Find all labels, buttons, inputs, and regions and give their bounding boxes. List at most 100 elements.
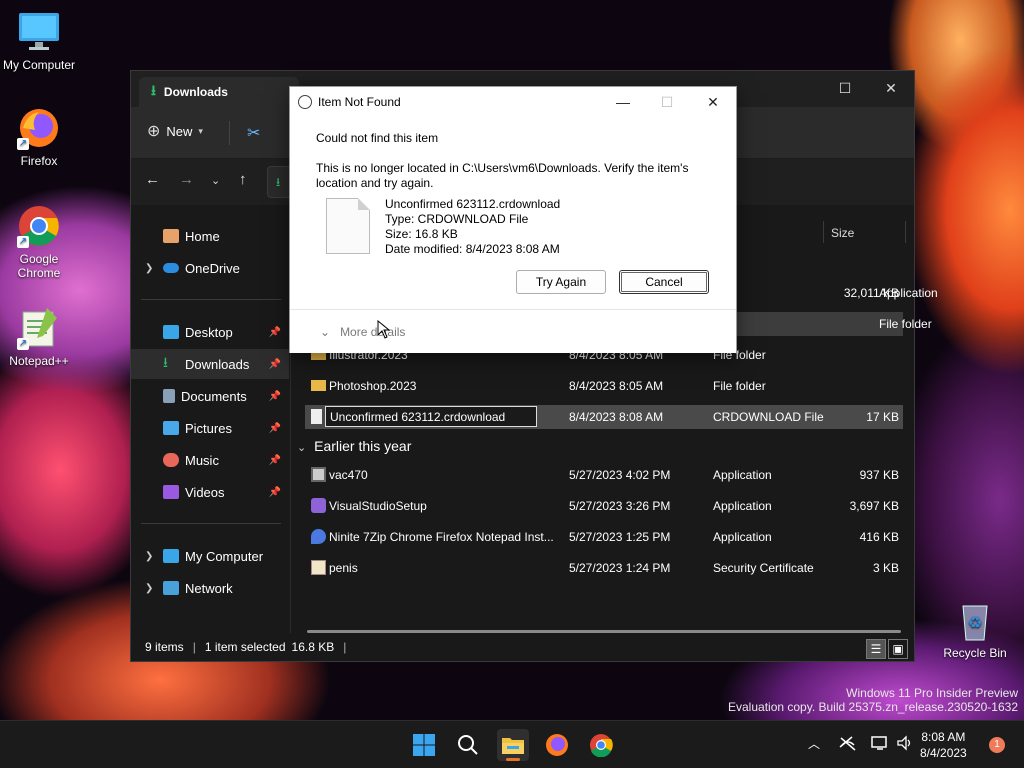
more-details-toggle[interactable]: ⌄ More details (320, 325, 405, 339)
details-view-button[interactable]: ☰ (866, 639, 886, 659)
folder-icon (311, 380, 326, 391)
cut-button[interactable]: ✂ (247, 123, 260, 143)
clock[interactable]: 8:08 AM 8/4/2023 (920, 729, 967, 761)
clock-time: 8:08 AM (921, 730, 966, 744)
firefox-icon: ↗ (17, 106, 61, 150)
file-size: 416 KB (859, 530, 899, 544)
close-button[interactable]: ✕ (869, 75, 913, 101)
desktop-icon-notepadpp[interactable]: ↗ Notepad++ (1, 306, 77, 368)
close-button[interactable]: ✕ (690, 89, 736, 115)
application-icon (311, 467, 326, 482)
table-row[interactable]: Photoshop.2023 8/4/2023 8:05 AM File fol… (305, 374, 903, 398)
selection-size: 16.8 KB (291, 640, 335, 654)
sidebar-item-label: Network (185, 580, 233, 596)
desktop-icon-label: Firefox (20, 154, 58, 168)
taskbar-file-explorer[interactable] (497, 729, 529, 761)
cancel-button[interactable]: Cancel (619, 270, 709, 294)
view-switcher: ☰ ▣ (866, 639, 908, 659)
sidebar-item-videos[interactable]: Videos 📌 (131, 477, 289, 507)
group-label: Earlier this year (314, 438, 412, 454)
table-row[interactable]: penis 5/27/2023 1:24 PM Security Certifi… (305, 556, 903, 580)
file-size: 3 KB (872, 561, 899, 575)
try-again-button[interactable]: Try Again (516, 270, 606, 294)
volume-icon[interactable] (896, 735, 914, 754)
chevron-right-icon[interactable]: ❯ (145, 551, 153, 562)
table-row[interactable]: vac470 5/27/2023 4:02 PM Application 937… (305, 463, 903, 487)
file-size: 937 KB (859, 468, 899, 482)
minimize-button[interactable]: — (600, 89, 646, 115)
tiles-view-button[interactable]: ▣ (888, 639, 908, 659)
maximize-button[interactable]: ☐ (823, 75, 867, 101)
desktop-icon-recycle-bin[interactable]: ♻ Recycle Bin (937, 598, 1013, 660)
rename-input[interactable] (325, 406, 537, 427)
item-count: 9 items (145, 640, 184, 654)
pin-icon: 📌 (268, 326, 281, 338)
taskbar-firefox[interactable] (541, 729, 573, 761)
sidebar-item-desktop[interactable]: Desktop 📌 (131, 317, 289, 347)
watermark-line2: Evaluation copy. Build 25375.zn_release.… (728, 700, 1018, 714)
file-info: Unconfirmed 623112.crdownload Type: CRDO… (385, 197, 560, 257)
show-hidden-icons-button[interactable]: ︿ (808, 735, 820, 752)
sidebar-item-my-computer[interactable]: ❯ My Computer (131, 541, 289, 571)
column-divider[interactable] (823, 221, 824, 243)
clock-date: 8/4/2023 (920, 746, 967, 760)
plus-circle-icon: ⊕ (147, 123, 161, 140)
table-row[interactable]: VisualStudioSetup 5/27/2023 3:26 PM Appl… (305, 494, 903, 518)
scissors-icon: ✂ (247, 125, 261, 142)
certificate-icon (311, 560, 326, 575)
forward-button[interactable]: → (179, 171, 194, 188)
sidebar-item-music[interactable]: Music 📌 (131, 445, 289, 475)
group-header-earlier[interactable]: ⌄ Earlier this year (297, 438, 411, 454)
taskbar: ︿ 8:08 AM 8/4/2023 1 (0, 720, 1024, 768)
file-name: VisualStudioSetup (329, 499, 427, 513)
file-type: Application (713, 499, 772, 513)
search-button[interactable] (452, 729, 484, 761)
tab-downloads[interactable]: ⭳ Downloads (139, 77, 299, 107)
pin-icon: 📌 (268, 358, 281, 370)
item-not-found-dialog: Item Not Found — ☐ ✕ Could not find this… (289, 86, 737, 353)
chrome-icon (590, 734, 613, 757)
recent-locations-button[interactable]: ⌄ (211, 174, 220, 187)
table-row[interactable]: 8/4/2023 8:08 AM CRDOWNLOAD File 17 KB (305, 405, 903, 429)
taskbar-chrome[interactable] (585, 729, 617, 761)
dialog-body: Could not find this item This is no long… (316, 131, 716, 191)
sidebar-item-downloads[interactable]: ⭳ Downloads 📌 (131, 349, 289, 379)
file-name: vac470 (329, 468, 368, 482)
monitor-icon (17, 10, 61, 54)
notification-badge[interactable]: 1 (989, 737, 1005, 753)
chevron-down-icon: ⌄ (320, 325, 331, 339)
sidebar-item-onedrive[interactable]: ❯ OneDrive (131, 253, 289, 283)
sidebar-item-pictures[interactable]: Pictures 📌 (131, 413, 289, 443)
display-icon[interactable] (871, 735, 889, 754)
search-icon (458, 735, 478, 755)
desktop-icon-firefox[interactable]: ↗ Firefox (1, 106, 77, 168)
sidebar-item-documents[interactable]: Documents 📌 (131, 381, 289, 411)
chevron-right-icon[interactable]: ❯ (145, 263, 153, 274)
new-button[interactable]: ⊕ New ▾ (147, 121, 203, 141)
visual-studio-icon (311, 498, 326, 513)
file-type: File folder (713, 379, 766, 393)
file-date: 5/27/2023 3:26 PM (569, 499, 671, 513)
network-disconnected-icon[interactable] (838, 735, 858, 754)
start-button[interactable] (408, 729, 440, 761)
file-type: Application (713, 530, 772, 544)
file-type: File folder (879, 317, 932, 331)
desktop-icon-chrome[interactable]: ↗ Google Chrome (1, 204, 77, 280)
up-button[interactable]: ↑ (239, 171, 247, 188)
chevron-right-icon[interactable]: ❯ (145, 583, 153, 594)
back-button[interactable]: ← (145, 171, 160, 188)
table-row[interactable]: Ninite 7Zip Chrome Firefox Notepad Inst.… (305, 525, 903, 549)
column-header-size[interactable]: Size (831, 226, 854, 240)
sidebar-item-network[interactable]: ❯ Network (131, 573, 289, 603)
dialog-footer: ⌄ More details (290, 309, 736, 353)
column-divider[interactable] (905, 221, 906, 243)
shortcut-arrow-icon: ↗ (17, 236, 29, 248)
desktop-icon-my-computer[interactable]: My Computer (1, 10, 77, 72)
sidebar-item-home[interactable]: Home (131, 221, 289, 251)
pictures-icon (163, 421, 179, 435)
file-name: Ninite 7Zip Chrome Firefox Notepad Inst.… (329, 530, 554, 544)
file-name: penis (329, 561, 358, 575)
dialog-heading: Could not find this item (316, 131, 439, 145)
windows-logo-icon (413, 734, 435, 756)
desktop-icon (163, 325, 179, 339)
